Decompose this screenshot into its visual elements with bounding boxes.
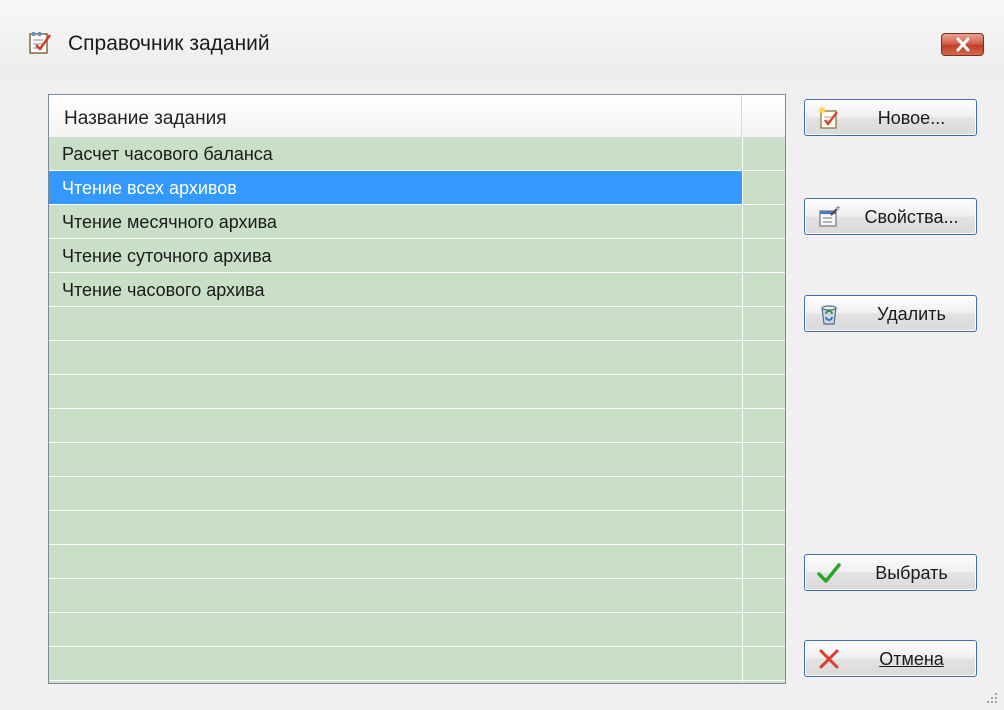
new-button[interactable]: Новое... (804, 99, 977, 136)
cancel-button-label: Отмена (879, 649, 944, 669)
delete-button-label: Удалить (877, 304, 946, 324)
select-button[interactable]: Выбрать (804, 554, 977, 591)
list-item[interactable]: Чтение суточного архива (49, 239, 785, 273)
empty-row (49, 375, 785, 409)
properties-icon (819, 206, 840, 227)
empty-row (49, 341, 785, 375)
list-item-label: Чтение часового архива (62, 280, 265, 300)
properties-button-label: Свойства... (864, 207, 959, 227)
empty-row (49, 477, 785, 511)
list-header: Название задания (49, 95, 785, 138)
list-item[interactable]: Чтение месячного архива (49, 205, 785, 239)
new-button-label: Новое... (877, 108, 946, 128)
cancel-button[interactable]: Отмена (804, 640, 977, 677)
list-item-selected[interactable]: Чтение всех архивов (49, 171, 785, 205)
list-item[interactable]: Расчет часового баланса (49, 137, 785, 171)
list-item-label: Чтение месячного архива (62, 212, 277, 232)
empty-row (49, 307, 785, 341)
delete-button[interactable]: Удалить (804, 295, 977, 332)
empty-row (49, 613, 785, 647)
list-item-label: Расчет часового баланса (62, 144, 273, 164)
empty-row (49, 409, 785, 443)
column-header-label: Название задания (64, 108, 227, 129)
empty-row (49, 647, 785, 681)
column-header-empty[interactable] (742, 95, 785, 137)
column-header-task-name[interactable]: Название задания (49, 95, 742, 137)
empty-row (49, 443, 785, 477)
task-list[interactable]: Название задания Расчет часового баланса… (48, 94, 786, 684)
select-button-label: Выбрать (875, 563, 948, 583)
cross-icon (819, 649, 839, 669)
list-item[interactable]: Чтение часового архива (49, 273, 785, 307)
task-directory-dialog: Справочник заданий Название задания Расч… (0, 0, 1004, 710)
empty-row (49, 545, 785, 579)
empty-row (49, 511, 785, 545)
close-button[interactable] (941, 33, 984, 56)
recycle-bin-icon (821, 305, 837, 325)
list-item-label: Чтение всех архивов (62, 178, 237, 198)
properties-button[interactable]: Свойства... (804, 198, 977, 235)
task-notepad-icon (29, 32, 52, 54)
new-task-icon (819, 107, 838, 129)
checkmark-icon (817, 563, 841, 583)
window-title: Справочник заданий (68, 32, 270, 55)
empty-row (49, 579, 785, 613)
list-item-label: Чтение суточного архива (62, 246, 272, 266)
title-bar[interactable]: Справочник заданий (0, 0, 1004, 80)
close-icon (956, 37, 970, 52)
resize-grip[interactable] (986, 692, 998, 704)
